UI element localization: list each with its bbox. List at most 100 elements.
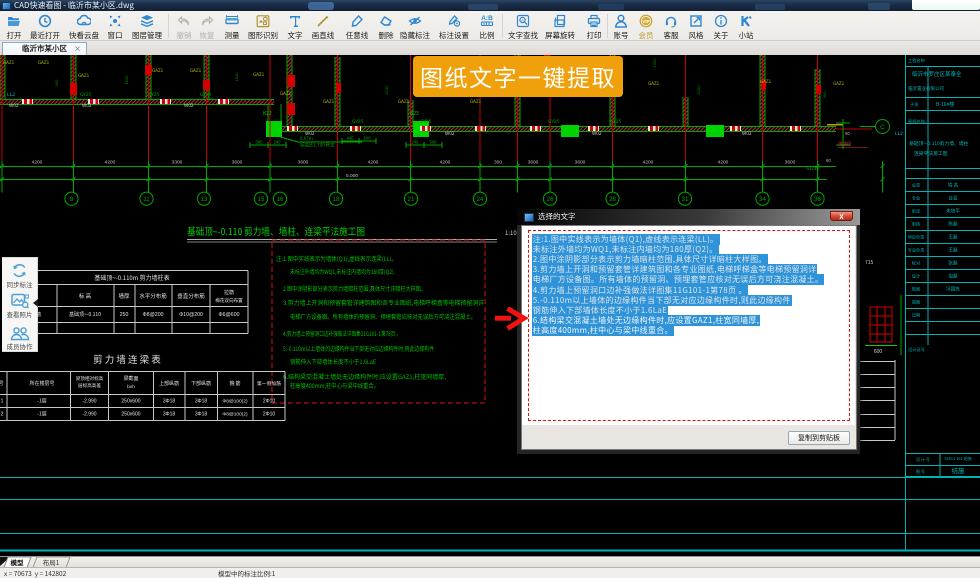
svg-text:36: 36: [814, 197, 821, 203]
svg-text:11: 11: [143, 197, 150, 203]
svg-text:校对: 校对: [912, 260, 920, 267]
svg-text:3600: 3600: [528, 160, 539, 166]
svg-text:设 计 号: 设 计 号: [916, 456, 930, 463]
svg-text:28: 28: [609, 197, 616, 203]
svg-text:4200: 4200: [718, 160, 729, 166]
svg-text:GAZ1: GAZ1: [3, 60, 15, 66]
svg-text:600: 600: [430, 140, 438, 145]
svg-text:GAZ1: GAZ1: [78, 73, 90, 79]
svg-text:GY25: GY25: [148, 91, 160, 98]
svg-text:31: 31: [682, 197, 689, 203]
svg-text:3Φ18: 3Φ18: [163, 399, 176, 405]
svg-text:电梯厂方设备图。所有墙体的预留洞、预埋套管应核对无误后方可浇: 电梯厂方设备图。所有墙体的预留洞、预埋套管应核对无误后方可浇注混凝土。: [290, 312, 476, 321]
svg-text:箍 筋: 箍 筋: [229, 380, 240, 387]
svg-text:3600: 3600: [785, 160, 796, 166]
svg-text:基础顶~-0.110剪力墙、墙柱: 基础顶~-0.110剪力墙、墙柱: [909, 140, 969, 147]
svg-text:S2011-161-结施: S2011-161-结施: [944, 456, 971, 462]
svg-text:GY25: GY25: [610, 118, 622, 125]
svg-text:GY25: GY25: [200, 91, 212, 98]
svg-text:4.剪力墙上预留洞口边补强做法详图集11G101-1第78页: 4.剪力墙上预留洞口边补强做法详图集11G101-1第78页 。: [283, 329, 401, 338]
svg-text:W02: W02: [742, 130, 752, 137]
svg-text:24: 24: [477, 197, 484, 203]
svg-text:GAZ1: GAZ1: [760, 79, 772, 85]
svg-text:上部纵筋: 上部纵筋: [159, 380, 179, 387]
svg-text:水平分布筋: 水平分布筋: [139, 292, 167, 300]
svg-text:王磊: 王磊: [948, 235, 958, 241]
svg-text:基础顶~-0.110m 剪力墙柱表: 基础顶~-0.110m 剪力墙柱表: [94, 273, 169, 282]
svg-text:层标高高差: 层标高高差: [78, 382, 101, 389]
svg-text:900: 900: [822, 91, 827, 98]
svg-text:250x600: 250x600: [121, 399, 140, 405]
svg-text:GAZ1: GAZ1: [833, 81, 845, 87]
svg-text:下部纵筋: 下部纵筋: [191, 380, 211, 387]
svg-text:W02: W02: [592, 130, 602, 137]
svg-text:LL2: LL2: [895, 130, 903, 137]
svg-text:W02: W02: [82, 102, 92, 109]
svg-text:A:B: A:B: [481, 15, 493, 22]
svg-text:13: 13: [201, 197, 208, 203]
svg-text:拉筋: 拉筋: [224, 289, 234, 296]
svg-text:4200: 4200: [440, 160, 451, 166]
svg-text:1050: 1050: [652, 58, 657, 68]
svg-text:梁截面: 梁截面: [123, 375, 138, 382]
svg-text:W02: W02: [184, 102, 194, 109]
svg-text:1: 1: [1, 399, 4, 405]
svg-text:基础顶~-0.110 剪力墙、墙柱、连梁平法施工图: 基础顶~-0.110 剪力墙、墙柱、连梁平法施工图: [187, 224, 365, 238]
svg-text:90: 90: [826, 158, 831, 164]
svg-text:bxh: bxh: [127, 384, 135, 390]
svg-text:1:10: 1:10: [505, 228, 517, 237]
svg-text:K23: K23: [410, 110, 419, 117]
svg-text:2 图中涂阴影部分表示剪力墙暗柱范围,具体尺寸详暗柱大样图。: 2 图中涂阴影部分表示剪力墙暗柱范围,具体尺寸详暗柱大样图。: [283, 284, 426, 293]
svg-text:姓 名: 姓 名: [948, 182, 958, 189]
svg-text:3300: 3300: [172, 160, 183, 166]
svg-text:第一侧加筋: 第一侧加筋: [257, 380, 281, 387]
svg-text:GAZ1: GAZ1: [280, 91, 292, 97]
svg-text:1540: 1540: [234, 72, 239, 82]
svg-text:GY25: GY25: [352, 118, 364, 125]
svg-text:冯国栋: 冯国栋: [946, 286, 960, 293]
svg-text:GAZ1: GAZ1: [38, 60, 50, 66]
svg-text:注:1.图中实线表示为墙体(Q1),虚线表示连梁(LL)。: 注:1.图中实线表示为墙体(Q1),虚线表示连梁(LL)。: [276, 254, 397, 263]
svg-text:设计证号: 设计证号: [908, 346, 925, 353]
svg-text:专业负责: 专业负责: [908, 247, 925, 254]
svg-text:3600: 3600: [575, 160, 586, 166]
svg-text:描图: 描图: [912, 299, 920, 306]
svg-text:4200: 4200: [643, 160, 654, 166]
svg-text:K22: K22: [263, 110, 272, 117]
svg-text:倪磊: 倪磊: [948, 273, 958, 280]
svg-text:钢筋伸入下部墙体长度不小于1.6LaE: 钢筋伸入下部墙体长度不小于1.6LaE: [290, 357, 376, 366]
svg-text:-1层: -1层: [37, 411, 47, 418]
svg-text:标高比1.700 移正: 标高比1.700 移正: [300, 142, 335, 149]
svg-text:3600: 3600: [298, 160, 309, 166]
svg-text:16: 16: [277, 197, 284, 203]
svg-text:0.07m: 0.07m: [300, 136, 313, 142]
svg-text:所在楼层号: 所在楼层号: [29, 380, 54, 387]
svg-text:布局1: 布局1: [43, 557, 60, 567]
svg-text:Φ8@200: Φ8@200: [143, 312, 164, 318]
svg-text:4200: 4200: [32, 160, 43, 166]
svg-text:A: A: [521, 18, 524, 23]
svg-text:模型: 模型: [11, 557, 25, 567]
svg-text:2: 2: [1, 412, 4, 418]
svg-text:360: 360: [256, 140, 264, 145]
svg-text:GY25: GY25: [80, 91, 92, 98]
svg-text:715: 715: [865, 259, 874, 266]
svg-text:600: 600: [364, 136, 372, 141]
svg-text:B-16#楼: B-16#楼: [936, 101, 954, 108]
svg-text:600: 600: [874, 349, 883, 355]
svg-text:1540: 1540: [384, 85, 389, 95]
svg-text:900: 900: [54, 79, 59, 86]
svg-text:图 号: 图 号: [916, 468, 925, 475]
svg-text:-2.990: -2.990: [82, 412, 96, 418]
svg-text:制图: 制图: [912, 286, 920, 293]
svg-text:3.剪力墙上开洞和预留套管详建筑图和各专业图纸,电梯呼梯盒等: 3.剪力墙上开洞和预留套管详建筑图和各专业图纸,电梯呼梯盒等电梯预留洞详: [283, 298, 484, 307]
svg-text:GY25: GY25: [420, 118, 432, 125]
svg-text:专业: 专业: [912, 195, 920, 202]
svg-text:26: 26: [547, 197, 554, 203]
svg-text:日期: 日期: [912, 313, 920, 319]
svg-text:子项: 子项: [910, 101, 919, 108]
svg-text:结施: 结施: [952, 465, 966, 475]
svg-text:Φ8@100(2): Φ8@100(2): [222, 412, 248, 418]
svg-text:GY25: GY25: [548, 118, 560, 125]
svg-text:90: 90: [845, 131, 850, 137]
